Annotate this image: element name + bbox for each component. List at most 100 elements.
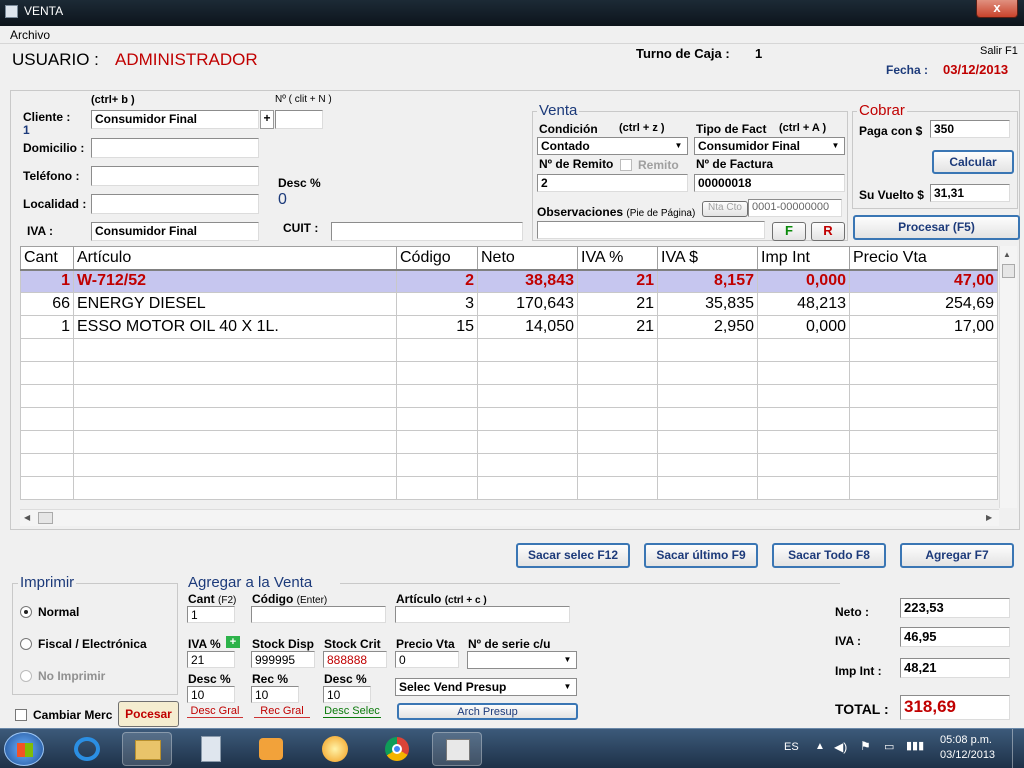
scroll-right-icon[interactable]: ▶ [986,513,992,522]
table-row[interactable]: 1 W-712/52 2 38,843 21 8,157 0,000 47,00 [20,269,998,293]
table-cell[interactable]: 1 [20,315,74,339]
table-cell[interactable]: 66 [20,292,74,316]
power-icon[interactable]: ▭ [884,740,894,753]
table-row[interactable] [20,453,998,477]
sales-app-icon[interactable] [432,732,482,766]
impint-value[interactable]: 48,21 [900,658,1010,678]
table-cell[interactable] [73,430,397,454]
telefono-input[interactable] [91,166,259,186]
vertical-scrollbar[interactable]: ▲ [999,246,1017,508]
clock-date[interactable]: 03/12/2013 [940,749,995,761]
table-cell[interactable] [477,407,578,431]
table-cell[interactable] [849,361,998,385]
salir-link[interactable]: Salir F1 [980,45,1018,57]
table-cell[interactable] [757,384,850,408]
table-cell[interactable] [20,453,74,477]
table-cell[interactable]: 0,000 [757,269,850,293]
table-cell[interactable] [20,476,74,500]
table-cell[interactable] [849,338,998,362]
table-cell[interactable]: 48,213 [757,292,850,316]
agregar-button[interactable]: Agregar F7 [900,543,1014,568]
table-cell[interactable] [20,407,74,431]
col-iva-pct[interactable]: IVA % [577,246,658,271]
table-cell[interactable]: ESSO MOTOR OIL 40 X 1L. [73,315,397,339]
nta-cto-button[interactable]: Nta Cto [702,201,748,217]
table-cell[interactable] [477,338,578,362]
explorer-icon[interactable] [122,732,172,766]
table-cell[interactable] [73,338,397,362]
stock-crit-input[interactable]: 888888 [323,651,387,668]
cliente-num-input[interactable] [275,110,323,129]
clock-time[interactable]: 05:08 p.m. [940,734,992,746]
table-cell[interactable] [73,453,397,477]
table-cell[interactable]: ENERGY DIESEL [73,292,397,316]
scroll-up-icon[interactable]: ▲ [1003,250,1011,259]
table-cell[interactable] [577,338,658,362]
f-button[interactable]: F [772,222,806,241]
sacar-todo-button[interactable]: Sacar Todo F8 [772,543,886,568]
table-cell[interactable] [396,361,478,385]
no-imprimir-radio[interactable] [20,670,32,682]
table-cell[interactable] [757,407,850,431]
cambiar-merc-checkbox[interactable] [15,709,27,721]
col-articulo[interactable]: Artículo [73,246,397,271]
table-cell[interactable]: 38,843 [477,269,578,293]
remito-input[interactable]: 2 [537,174,688,192]
factura-input[interactable]: 00000018 [694,174,845,192]
table-cell[interactable] [577,476,658,500]
chrome-icon[interactable] [372,732,422,766]
table-cell[interactable]: 21 [577,292,658,316]
language-indicator[interactable]: ES [784,741,799,753]
col-iva-amt[interactable]: IVA $ [657,246,758,271]
sacar-ultimo-button[interactable]: Sacar último F9 [644,543,758,568]
iva-input[interactable]: Consumidor Final [91,222,259,241]
r-button[interactable]: R [811,222,845,241]
table-cell[interactable] [849,453,998,477]
table-row[interactable] [20,476,998,500]
table-cell[interactable]: 3 [396,292,478,316]
nta-num-input[interactable]: 0001-00000000 [748,199,842,217]
table-cell[interactable] [577,384,658,408]
paga-input[interactable]: 350 [930,120,1010,138]
table-cell[interactable] [657,476,758,500]
volume-icon[interactable]: ◀) [834,740,847,754]
table-cell[interactable] [757,453,850,477]
close-button[interactable]: x [976,0,1018,18]
table-cell[interactable]: 35,835 [657,292,758,316]
col-cant[interactable]: Cant [20,246,74,271]
stock-disp-input[interactable]: 999995 [251,651,315,668]
table-cell[interactable] [73,361,397,385]
table-cell[interactable] [20,384,74,408]
table-cell[interactable] [757,476,850,500]
add-icon[interactable]: + [226,636,240,648]
table-cell[interactable] [396,384,478,408]
network-icon[interactable]: ▮▮▮ [906,739,924,752]
table-cell[interactable]: 1 [20,269,74,293]
table-cell[interactable] [657,361,758,385]
table-cell[interactable]: W-712/52 [73,269,397,293]
col-imp-int[interactable]: Imp Int [757,246,850,271]
table-cell[interactable] [477,384,578,408]
articulo-input[interactable] [395,606,570,623]
table-cell[interactable] [657,384,758,408]
table-cell[interactable] [577,430,658,454]
calculator-icon[interactable] [186,732,236,766]
table-cell[interactable]: 2 [396,269,478,293]
scroll-thumb[interactable] [1002,264,1015,278]
table-cell[interactable]: 254,69 [849,292,998,316]
table-cell[interactable]: 15 [396,315,478,339]
table-row[interactable] [20,430,998,454]
table-cell[interactable]: 21 [577,315,658,339]
scroll-left-icon[interactable]: ◀ [24,513,30,522]
table-cell[interactable] [657,430,758,454]
table-cell[interactable]: 170,643 [477,292,578,316]
precio-input[interactable]: 0 [395,651,459,668]
table-cell[interactable] [577,407,658,431]
table-cell[interactable]: 21 [577,269,658,293]
table-cell[interactable] [849,476,998,500]
obs-input[interactable] [537,221,765,239]
table-cell[interactable] [73,476,397,500]
table-cell[interactable] [396,476,478,500]
serie-select[interactable]: ▼ [467,651,577,669]
pocesar-button[interactable]: Pocesar [118,701,179,727]
